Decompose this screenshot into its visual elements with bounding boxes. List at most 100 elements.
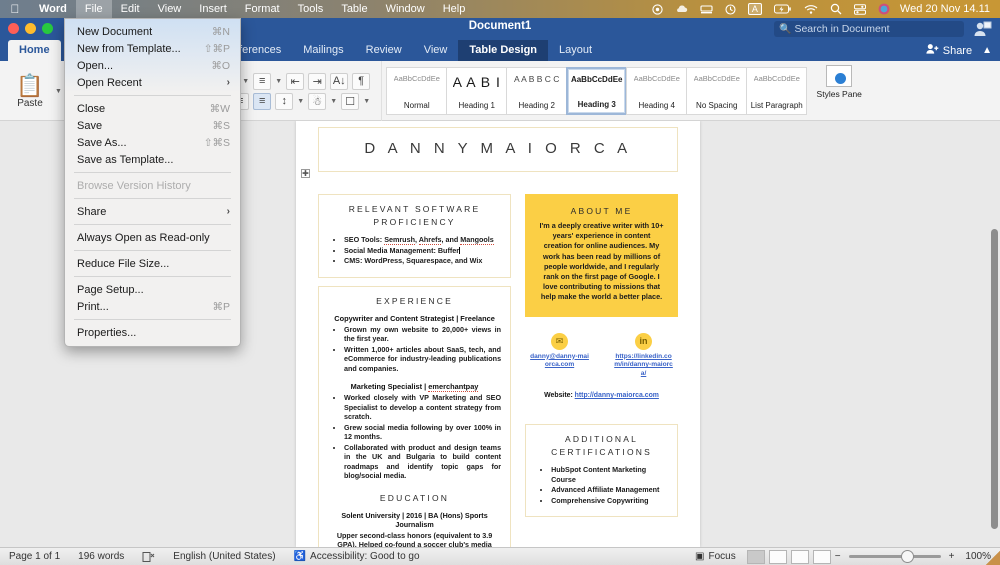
focus-mode-button[interactable]: ▣ Focus <box>686 551 745 562</box>
menu-item-share[interactable]: Share › <box>65 203 240 220</box>
siri-icon[interactable] <box>872 3 896 15</box>
menu-item-table[interactable]: Table <box>332 0 376 18</box>
style-heading-2-label: Heading 2 <box>507 101 566 114</box>
tab-review[interactable]: Review <box>355 40 413 61</box>
track-changes-icon[interactable] <box>133 551 164 563</box>
web-layout-view-button[interactable] <box>769 550 787 564</box>
share-button[interactable]: Share ▲ <box>926 43 992 58</box>
menu-item-help[interactable]: Help <box>434 0 475 18</box>
page-count[interactable]: Page 1 of 1 <box>0 551 69 562</box>
document-page[interactable]: D A N N Y M A I O R C A ✚ RELEVANT SOFTW… <box>296 121 700 547</box>
vertical-scrollbar[interactable] <box>991 229 998 529</box>
menu-item-open-recent[interactable]: Open Recent › <box>65 74 240 91</box>
window-resize-handle[interactable] <box>986 551 1000 565</box>
menu-item-page-setup[interactable]: Page Setup... <box>65 281 240 298</box>
style-list-paragraph[interactable]: AaBbCcDdEe List Paragraph <box>746 67 807 115</box>
multilevel-list-caret-icon[interactable]: ▼ <box>275 78 282 85</box>
focus-icon: ▣ <box>695 551 704 562</box>
tab-layout[interactable]: Layout <box>548 40 603 61</box>
menu-item-print[interactable]: Print... ⌘P <box>65 298 240 315</box>
style-normal[interactable]: AaBbCcDdEe Normal <box>386 67 447 115</box>
tab-home[interactable]: Home <box>8 40 61 61</box>
tab-table-design[interactable]: Table Design <box>458 40 548 61</box>
menu-item-save[interactable]: Save ⌘S <box>65 117 240 134</box>
control-center-icon[interactable] <box>848 4 872 15</box>
list-item: Comprehensive Copywriting <box>551 496 668 506</box>
menu-item-edit[interactable]: Edit <box>112 0 149 18</box>
accessibility-status[interactable]: ♿ Accessibility: Good to go <box>285 551 429 562</box>
increase-indent-icon[interactable]: ⇥ <box>308 73 326 90</box>
zoom-slider[interactable] <box>849 555 941 558</box>
tab-view[interactable]: View <box>413 40 459 61</box>
zoom-in-button[interactable]: + <box>947 551 957 562</box>
wifi-icon[interactable] <box>798 4 824 15</box>
file-dropdown-menu[interactable]: New Document ⌘N New from Template... ⇧⌘P… <box>64 18 241 347</box>
linkedin-link[interactable]: https://linkedin.com/in/danny-maiorca/ <box>613 353 675 379</box>
print-layout-view-button[interactable] <box>747 550 765 564</box>
menu-item-tools[interactable]: Tools <box>289 0 333 18</box>
style-heading-1[interactable]: A A B I Heading 1 <box>446 67 507 115</box>
style-heading-2[interactable]: A A B B C C Heading 2 <box>506 67 567 115</box>
language-indicator[interactable]: English (United States) <box>164 551 284 562</box>
education-line: Solent University | 2016 | BA (Hons) Spo… <box>328 511 501 529</box>
styles-pane-button[interactable]: Styles Pane <box>815 63 863 119</box>
menu-item-open[interactable]: Open... ⌘O <box>65 57 240 74</box>
menu-item-save-as-template[interactable]: Save as Template... <box>65 151 240 168</box>
menu-item-reduce-file-size[interactable]: Reduce File Size... <box>65 255 240 272</box>
menu-item-shortcut: ⌘N <box>212 26 230 38</box>
resume-right-column: ABOUT ME I'm a deeply creative writer wi… <box>525 194 678 547</box>
menu-item-file[interactable]: File <box>76 0 112 18</box>
menu-item-new-from-template[interactable]: New from Template... ⇧⌘P <box>65 40 240 57</box>
line-spacing-icon[interactable]: ↕ <box>275 93 293 110</box>
account-avatar-icon[interactable] <box>972 20 992 38</box>
table-move-handle-icon[interactable]: ✚ <box>301 169 310 178</box>
paste-button[interactable]: 📋 Paste <box>5 74 55 109</box>
tab-mailings[interactable]: Mailings <box>292 40 354 61</box>
menu-item-insert[interactable]: Insert <box>190 0 236 18</box>
collapse-ribbon-chevron-icon[interactable]: ▲ <box>982 45 992 56</box>
email-link[interactable]: danny@danny-maiorca.com <box>529 353 591 370</box>
battery-icon[interactable] <box>768 4 798 14</box>
menu-item-format[interactable]: Format <box>236 0 289 18</box>
borders-icon[interactable]: ☐ <box>341 93 359 110</box>
menu-item-new-document[interactable]: New Document ⌘N <box>65 23 240 40</box>
show-formatting-marks-icon[interactable]: ¶ <box>352 73 370 90</box>
zoom-out-button[interactable]: − <box>833 551 843 562</box>
paste-options-caret-icon[interactable]: ▼ <box>55 88 62 95</box>
style-heading-3-label: Heading 3 <box>568 100 625 113</box>
outline-view-button[interactable] <box>791 550 809 564</box>
shading-caret-icon[interactable]: ▼ <box>330 98 337 105</box>
style-heading-3[interactable]: AaBbCcDdEe Heading 3 <box>566 67 627 115</box>
zoom-slider-knob[interactable] <box>901 550 914 563</box>
menu-app-name[interactable]: Word <box>30 0 76 18</box>
record-icon[interactable] <box>646 4 669 15</box>
style-no-spacing[interactable]: AaBbCcDdEe No Spacing <box>686 67 747 115</box>
menu-item-properties[interactable]: Properties... <box>65 324 240 341</box>
input-source-icon[interactable]: A <box>742 3 768 15</box>
menu-item-view[interactable]: View <box>149 0 191 18</box>
menu-bar-clock[interactable]: Wed 20 Nov 14.11 <box>896 3 1000 15</box>
shading-icon[interactable]: ☃ <box>308 93 326 110</box>
numbered-list-caret-icon[interactable]: ▼ <box>242 78 249 85</box>
draft-view-button[interactable] <box>813 550 831 564</box>
menu-item-close[interactable]: Close ⌘W <box>65 100 240 117</box>
borders-caret-icon[interactable]: ▼ <box>363 98 370 105</box>
display-icon[interactable] <box>694 4 719 15</box>
word-count[interactable]: 196 words <box>69 551 133 562</box>
line-spacing-caret-icon[interactable]: ▼ <box>297 98 304 105</box>
apple-menu-icon[interactable]:  <box>0 2 30 16</box>
style-heading-4[interactable]: AaBbCcDdEe Heading 4 <box>626 67 687 115</box>
menu-item-always-open-read-only[interactable]: Always Open as Read-only <box>65 229 240 246</box>
sort-icon[interactable]: A↓ <box>330 73 348 90</box>
search-in-document-input[interactable]: 🔍 Search in Document <box>774 21 964 37</box>
justify-icon[interactable]: ≡ <box>253 93 271 110</box>
timemachine-icon[interactable] <box>719 4 742 15</box>
menu-item-save-as[interactable]: Save As... ⇧⌘S <box>65 134 240 151</box>
decrease-indent-icon[interactable]: ⇤ <box>286 73 304 90</box>
menu-item-window[interactable]: Window <box>377 0 434 18</box>
website-link[interactable]: http://danny-maiorca.com <box>575 392 659 399</box>
cloud-icon[interactable] <box>669 4 694 15</box>
menu-item-label: Browse Version History <box>77 180 191 192</box>
spotlight-icon[interactable] <box>824 3 848 15</box>
multilevel-list-icon[interactable]: ≡ <box>253 73 271 90</box>
